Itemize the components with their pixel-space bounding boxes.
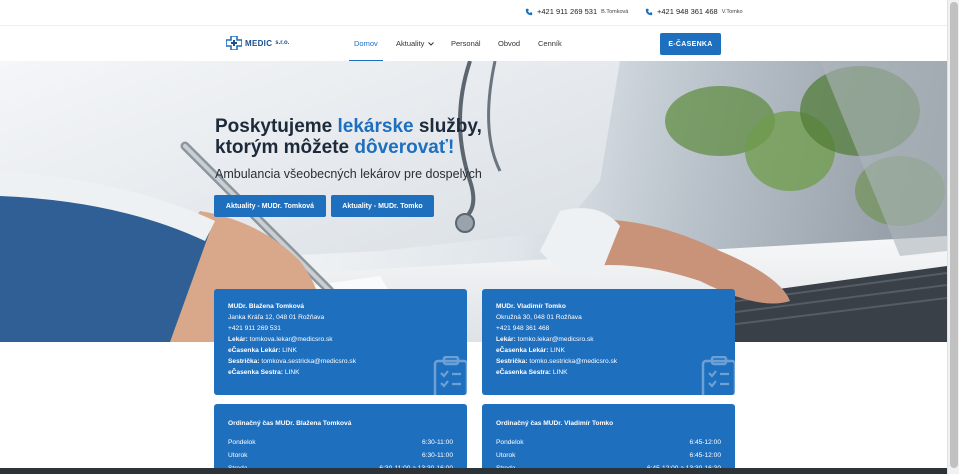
hero-background-image	[0, 61, 947, 342]
clipboard-icon	[701, 356, 735, 395]
hero-title-text: ktorým môžete	[215, 137, 355, 158]
aktuality-tomkova-button[interactable]: Aktuality - MUDr. Tomková	[214, 195, 326, 217]
address: Okružná 30, 048 01 Rožňava	[496, 314, 582, 321]
doctor-name: MUDr. Blažena Tomková	[228, 303, 304, 310]
contact-card-tomko: MUDr. Vladimír Tomko Okružná 30, 048 01 …	[482, 289, 735, 395]
doctor-name-text: MUDr. Vladimír Tomko	[496, 303, 566, 310]
hours-time: 6:30-11:00	[421, 439, 453, 446]
hours-time: 6:45-12:00	[689, 452, 721, 459]
phone-number: +421 911 269 531	[537, 7, 598, 16]
ecasenka-lekar-link[interactable]: LINK	[550, 347, 565, 354]
ecasenka-button[interactable]: E-ČASENKA	[660, 33, 721, 55]
hours-day: Pondelok	[496, 439, 524, 446]
sestricka-email-row: Sestrička: tomkova.sestricka@medicsro.sk	[228, 358, 356, 365]
doctor-name-text: MUDr. Blažena Tomková	[228, 303, 305, 310]
aktuality-tomko-button[interactable]: Aktuality - MUDr. Tomko	[331, 195, 434, 217]
lekar-email-link[interactable]: tomko.lekar@medicsro.sk	[518, 336, 594, 343]
sestricka-email-row: Sestrička: tomko.sestricka@medicsro.sk	[496, 358, 617, 365]
hours-title: Ordinačný čas MUDr. Blažena Tomková	[228, 420, 352, 427]
phone-contact-tomko[interactable]: +421 948 361 468 V.Tomko	[645, 7, 743, 16]
phone[interactable]: +421 948 361 468	[496, 325, 549, 332]
hours-row: Pondelok 6:45-12:00	[496, 439, 721, 446]
phone[interactable]: +421 911 269 531	[228, 325, 281, 332]
hero-title-line-2: ktorým môžete dôverovať!	[215, 137, 482, 158]
sestricka-email-link[interactable]: tomko.sestricka@medicsro.sk	[529, 358, 617, 365]
nav-item-personal[interactable]: Personál	[451, 39, 481, 48]
hours-card-tomkova: Ordinačný čas MUDr. Blažena Tomková Pond…	[214, 404, 467, 474]
hero-title-highlight: lekárske	[337, 116, 414, 137]
hours-title: Ordinačný čas MUDr. Vladimír Tomko	[496, 420, 614, 427]
hero-title: Poskytujeme lekárske služby, ktorým môže…	[215, 116, 482, 158]
logo-suffix: s.r.o.	[275, 40, 290, 46]
phone-owner: B.Tomková	[601, 8, 629, 15]
row-label: eČasenka Lekár:	[496, 347, 549, 354]
nav-item-cennik[interactable]: Cenník	[538, 39, 562, 48]
sestricka-email-link[interactable]: tomkova.sestricka@medicsro.sk	[261, 358, 356, 365]
hours-day: Utorok	[228, 452, 248, 459]
row-label: Lekár:	[228, 336, 248, 343]
contact-card-tomkova: MUDr. Blažena Tomková Janka Kráľa 12, 04…	[214, 289, 467, 395]
clipboard-icon	[433, 356, 467, 395]
hero-title-text: Poskytujeme	[215, 116, 338, 137]
phone-owner: V.Tomko	[721, 8, 743, 15]
hours-row: Pondelok 6:30-11:00	[228, 439, 453, 446]
hours-row: Utorok 6:30-11:00	[228, 452, 453, 459]
chevron-down-icon	[428, 42, 435, 46]
hours-day: Pondelok	[228, 439, 256, 446]
address: Janka Kráľa 12, 048 01 Rožňava	[228, 314, 325, 321]
row-label: Lekár:	[496, 336, 516, 343]
hours-row: Utorok 6:45-12:00	[496, 452, 721, 459]
ecasenka-lekar-row: eČasenka Lekár: LINK	[496, 347, 565, 354]
nav-item-label: Aktuality	[396, 39, 425, 48]
hero-subtitle: Ambulancia všeobecných lekárov pre dospe…	[215, 167, 482, 181]
phone-number: +421 948 361 468	[657, 7, 718, 16]
row-label: eČasenka Sestra:	[496, 369, 551, 376]
doctor-name: MUDr. Vladimír Tomko	[496, 303, 566, 310]
row-label: eČasenka Lekár:	[228, 347, 281, 354]
row-label: eČasenka Sestra:	[228, 369, 283, 376]
top-contact-bar: +421 911 269 531 B.Tomková +421 948 361 …	[0, 0, 947, 25]
ecasenka-sestra-row: eČasenka Sestra: LINK	[496, 369, 568, 376]
ecasenka-lekar-link[interactable]: LINK	[282, 347, 297, 354]
logo[interactable]: MEDIC s.r.o.	[226, 36, 289, 50]
medical-cross-icon	[226, 36, 242, 50]
page: +421 911 269 531 B.Tomková +421 948 361 …	[0, 0, 959, 474]
nav-item-obvod[interactable]: Obvod	[498, 39, 520, 48]
nav-item-aktuality[interactable]: Aktuality	[396, 39, 435, 48]
hero-title-line-1: Poskytujeme lekárske služby,	[215, 116, 482, 137]
hours-time: 6:45-12:00	[689, 439, 721, 446]
lekar-email-row: Lekár: tomko.lekar@medicsro.sk	[496, 336, 594, 343]
ecasenka-sestra-row: eČasenka Sestra: LINK	[228, 369, 300, 376]
hours-card-tomko: Ordinačný čas MUDr. Vladimír Tomko Ponde…	[482, 404, 735, 474]
footer-strip	[0, 468, 947, 474]
ecasenka-sestra-link[interactable]: LINK	[285, 369, 300, 376]
ecasenka-lekar-row: eČasenka Lekár: LINK	[228, 347, 297, 354]
main-navbar: MEDIC s.r.o. Domov Aktuality Personál Ob…	[0, 25, 947, 62]
lekar-email-row: Lekár: tomkova.lekar@medicsro.sk	[228, 336, 333, 343]
nav-item-domov[interactable]: Domov	[354, 39, 378, 48]
hours-day: Utorok	[496, 452, 516, 459]
ecasenka-sestra-link[interactable]: LINK	[553, 369, 568, 376]
hours-time: 6:30-11:00	[421, 452, 453, 459]
phone-icon	[525, 8, 533, 15]
hero-title-highlight: dôverovať!	[354, 137, 455, 158]
vertical-scrollbar[interactable]	[947, 0, 959, 474]
scrollbar-thumb[interactable]	[950, 2, 958, 468]
hero-section: Poskytujeme lekárske služby, ktorým môže…	[0, 61, 947, 342]
hero-title-text: služby,	[413, 116, 482, 137]
logo-text: MEDIC	[245, 38, 273, 48]
row-label: Sestrička:	[228, 358, 260, 365]
phone-icon	[645, 8, 653, 15]
row-label: Sestrička:	[496, 358, 528, 365]
phone-contact-tomkova[interactable]: +421 911 269 531 B.Tomková	[525, 7, 628, 16]
lekar-email-link[interactable]: tomkova.lekar@medicsro.sk	[250, 336, 333, 343]
